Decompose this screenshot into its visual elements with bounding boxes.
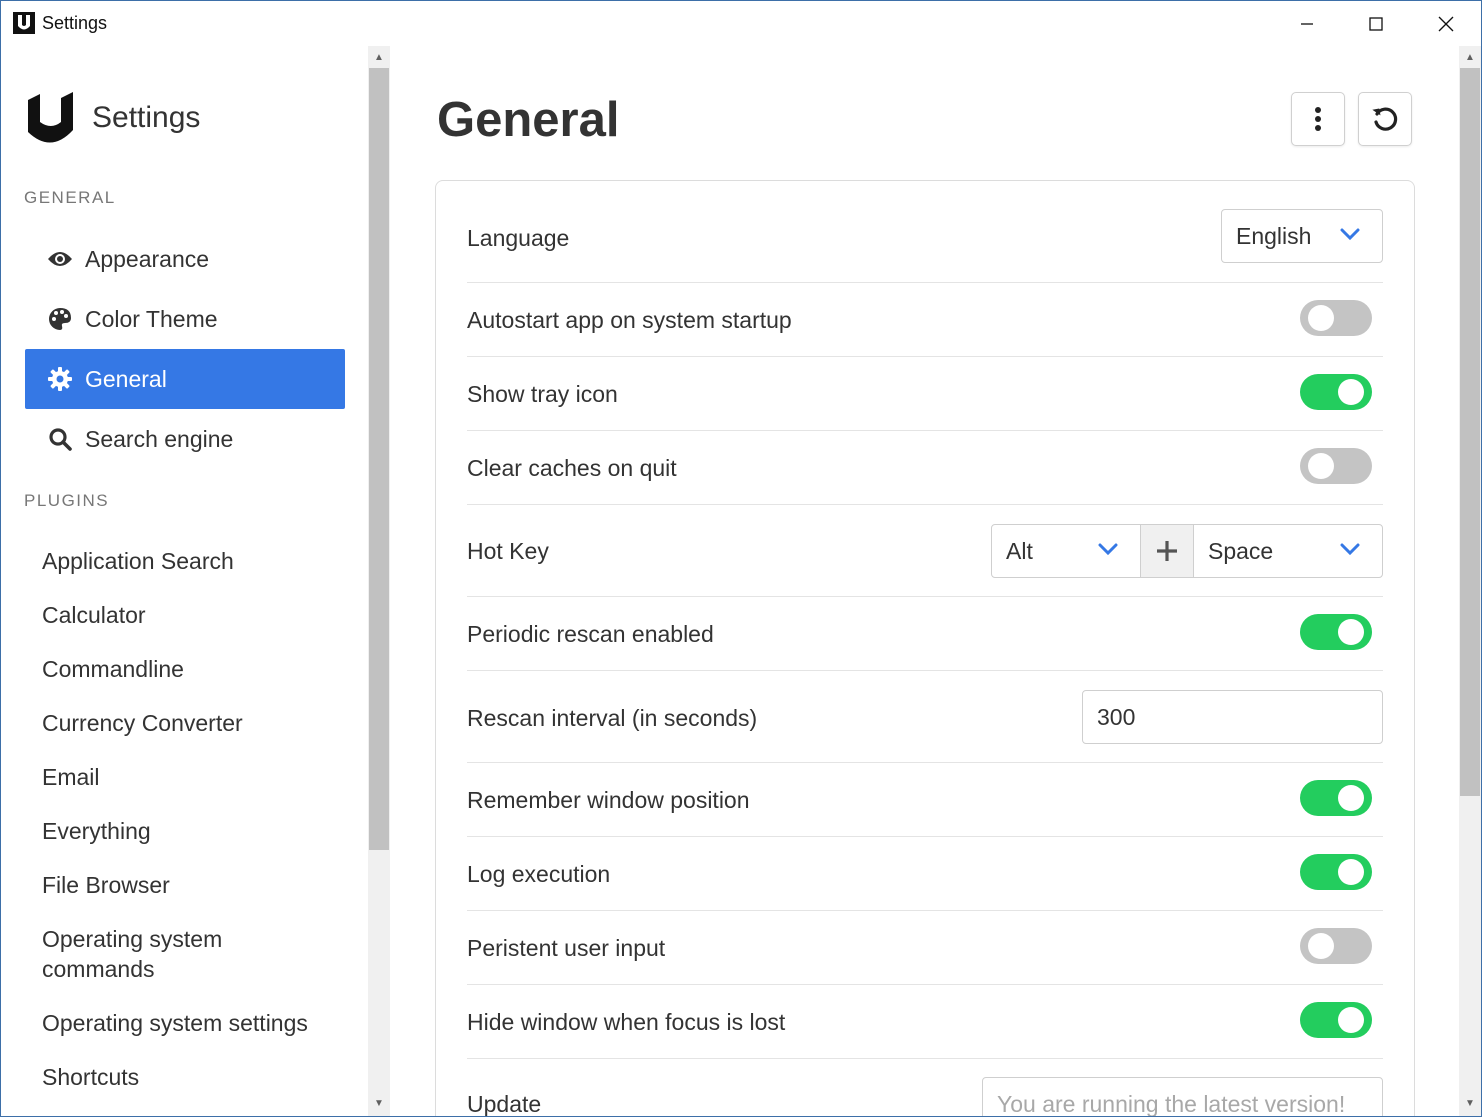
plugin-item-shortcuts[interactable]: Shortcuts: [42, 1062, 352, 1092]
scroll-down-arrow-icon[interactable]: ▼: [1459, 1092, 1481, 1114]
setting-label: Show tray icon: [467, 381, 618, 407]
setting-row-hide-on-blur: Hide window when focus is lost: [467, 985, 1383, 1059]
plugin-item-application-search[interactable]: Application Search: [42, 546, 352, 576]
page-title: General: [437, 93, 620, 147]
sidebar-item-color-theme[interactable]: Color Theme: [25, 289, 345, 349]
close-button[interactable]: [1411, 1, 1481, 46]
chevron-down-icon: [1340, 543, 1360, 556]
log-execution-toggle[interactable]: [1300, 854, 1372, 890]
setting-label: Hot Key: [467, 538, 549, 564]
plugin-item-os-settings[interactable]: Operating system settings: [42, 1008, 352, 1038]
setting-row-rescan-interval: Rescan interval (in seconds) 300: [467, 671, 1383, 763]
app-icon: [13, 12, 35, 34]
hotkey-plus-separator: [1140, 524, 1194, 578]
setting-row-remember-position: Remember window position: [467, 763, 1383, 837]
setting-label: Rescan interval (in seconds): [467, 705, 758, 731]
eye-icon: [47, 246, 73, 272]
setting-label: Periodic rescan enabled: [467, 621, 714, 647]
hide-on-blur-toggle[interactable]: [1300, 1002, 1372, 1038]
tray-icon-toggle[interactable]: [1300, 374, 1372, 410]
sidebar-item-label: Color Theme: [85, 305, 218, 332]
brand-logo-icon: [28, 92, 73, 143]
search-icon: [47, 426, 73, 452]
scroll-down-arrow-icon[interactable]: ▼: [368, 1092, 390, 1114]
setting-label: Remember window position: [467, 787, 750, 813]
sidebar-item-label: Appearance: [85, 245, 210, 272]
hotkey-modifier-select[interactable]: Alt: [991, 524, 1141, 578]
setting-row-hotkey: Hot Key Alt Space: [467, 505, 1383, 597]
periodic-rescan-toggle[interactable]: [1300, 614, 1372, 650]
setting-row-clear-caches: Clear caches on quit: [467, 431, 1383, 505]
minimize-button[interactable]: [1272, 1, 1342, 46]
plus-icon: [1157, 541, 1177, 561]
palette-icon: [47, 306, 73, 332]
sidebar-item-label: Search engine: [85, 425, 234, 452]
setting-row-update: Update You are running the latest versio…: [467, 1059, 1383, 1117]
gear-icon: [47, 366, 73, 392]
update-status-field: You are running the latest version!: [982, 1077, 1383, 1116]
settings-panel: Language English Autostart app on system…: [435, 180, 1415, 1117]
plugin-item-everything[interactable]: Everything: [42, 816, 352, 846]
language-select[interactable]: English: [1221, 209, 1383, 263]
main-scrollbar-thumb[interactable]: [1460, 68, 1480, 796]
title-bar: Settings: [1, 1, 1481, 46]
more-vertical-icon: [1315, 107, 1321, 131]
setting-row-tray-icon: Show tray icon: [467, 357, 1383, 431]
rescan-interval-input[interactable]: 300: [1082, 690, 1383, 744]
setting-label: Language: [467, 225, 570, 251]
minimize-icon: [1301, 22, 1313, 25]
main-scrollbar[interactable]: ▲ ▼: [1459, 46, 1481, 1116]
plugin-item-email[interactable]: Email: [42, 762, 352, 792]
maximize-icon: [1369, 16, 1383, 31]
reset-button[interactable]: [1358, 92, 1412, 146]
section-label-general: GENERAL: [24, 188, 116, 207]
sidebar-scrollbar-thumb[interactable]: [369, 68, 389, 850]
sidebar: Settings GENERAL Appearance Color Theme: [2, 46, 368, 1116]
setting-row-persistent-input: Peristent user input: [467, 911, 1383, 985]
clear-caches-toggle[interactable]: [1300, 448, 1372, 484]
section-label-plugins: PLUGINS: [24, 491, 110, 510]
scroll-up-arrow-icon[interactable]: ▲: [368, 46, 390, 68]
reset-icon: [1372, 107, 1398, 131]
chevron-down-icon: [1340, 228, 1360, 241]
sidebar-item-appearance[interactable]: Appearance: [25, 229, 345, 289]
setting-label: Update: [467, 1091, 542, 1117]
autostart-toggle[interactable]: [1300, 300, 1372, 336]
setting-row-language: Language English: [467, 209, 1383, 283]
setting-label: Hide window when focus is lost: [467, 1009, 786, 1035]
persistent-input-toggle[interactable]: [1300, 928, 1372, 964]
maximize-button[interactable]: [1341, 1, 1411, 46]
close-icon: [1438, 16, 1454, 31]
setting-row-autostart: Autostart app on system startup: [467, 283, 1383, 357]
more-options-button[interactable]: [1291, 92, 1345, 146]
select-value: Alt: [1006, 537, 1033, 564]
main-content: General Language English Autostart app o…: [391, 46, 1457, 1117]
select-value: English: [1236, 222, 1312, 249]
plugin-item-os-commands[interactable]: Operating system commands: [42, 924, 282, 984]
plugin-item-file-browser[interactable]: File Browser: [42, 870, 352, 900]
hotkey-key-select[interactable]: Space: [1193, 524, 1383, 578]
window-title: Settings: [42, 13, 108, 33]
plugin-item-commandline[interactable]: Commandline: [42, 654, 352, 684]
setting-label: Clear caches on quit: [467, 455, 677, 481]
setting-row-periodic-rescan: Periodic rescan enabled: [467, 597, 1383, 671]
setting-label: Peristent user input: [467, 935, 666, 961]
brand-title: Settings: [92, 101, 201, 134]
sidebar-item-label: General: [85, 365, 167, 392]
setting-row-log-execution: Log execution: [467, 837, 1383, 911]
setting-label: Log execution: [467, 861, 611, 887]
chevron-down-icon: [1098, 543, 1118, 556]
sidebar-scrollbar[interactable]: ▲ ▼: [368, 46, 390, 1116]
plugin-item-calculator[interactable]: Calculator: [42, 600, 352, 630]
scroll-up-arrow-icon[interactable]: ▲: [1459, 46, 1481, 68]
plugin-item-currency-converter[interactable]: Currency Converter: [42, 708, 352, 738]
select-value: Space: [1208, 537, 1274, 564]
settings-window: Settings Settings GENERAL Appearance Col…: [0, 0, 1482, 1117]
setting-label: Autostart app on system startup: [467, 307, 792, 333]
remember-position-toggle[interactable]: [1300, 780, 1372, 816]
sidebar-item-search-engine[interactable]: Search engine: [25, 409, 345, 469]
sidebar-item-general[interactable]: General: [25, 349, 345, 409]
